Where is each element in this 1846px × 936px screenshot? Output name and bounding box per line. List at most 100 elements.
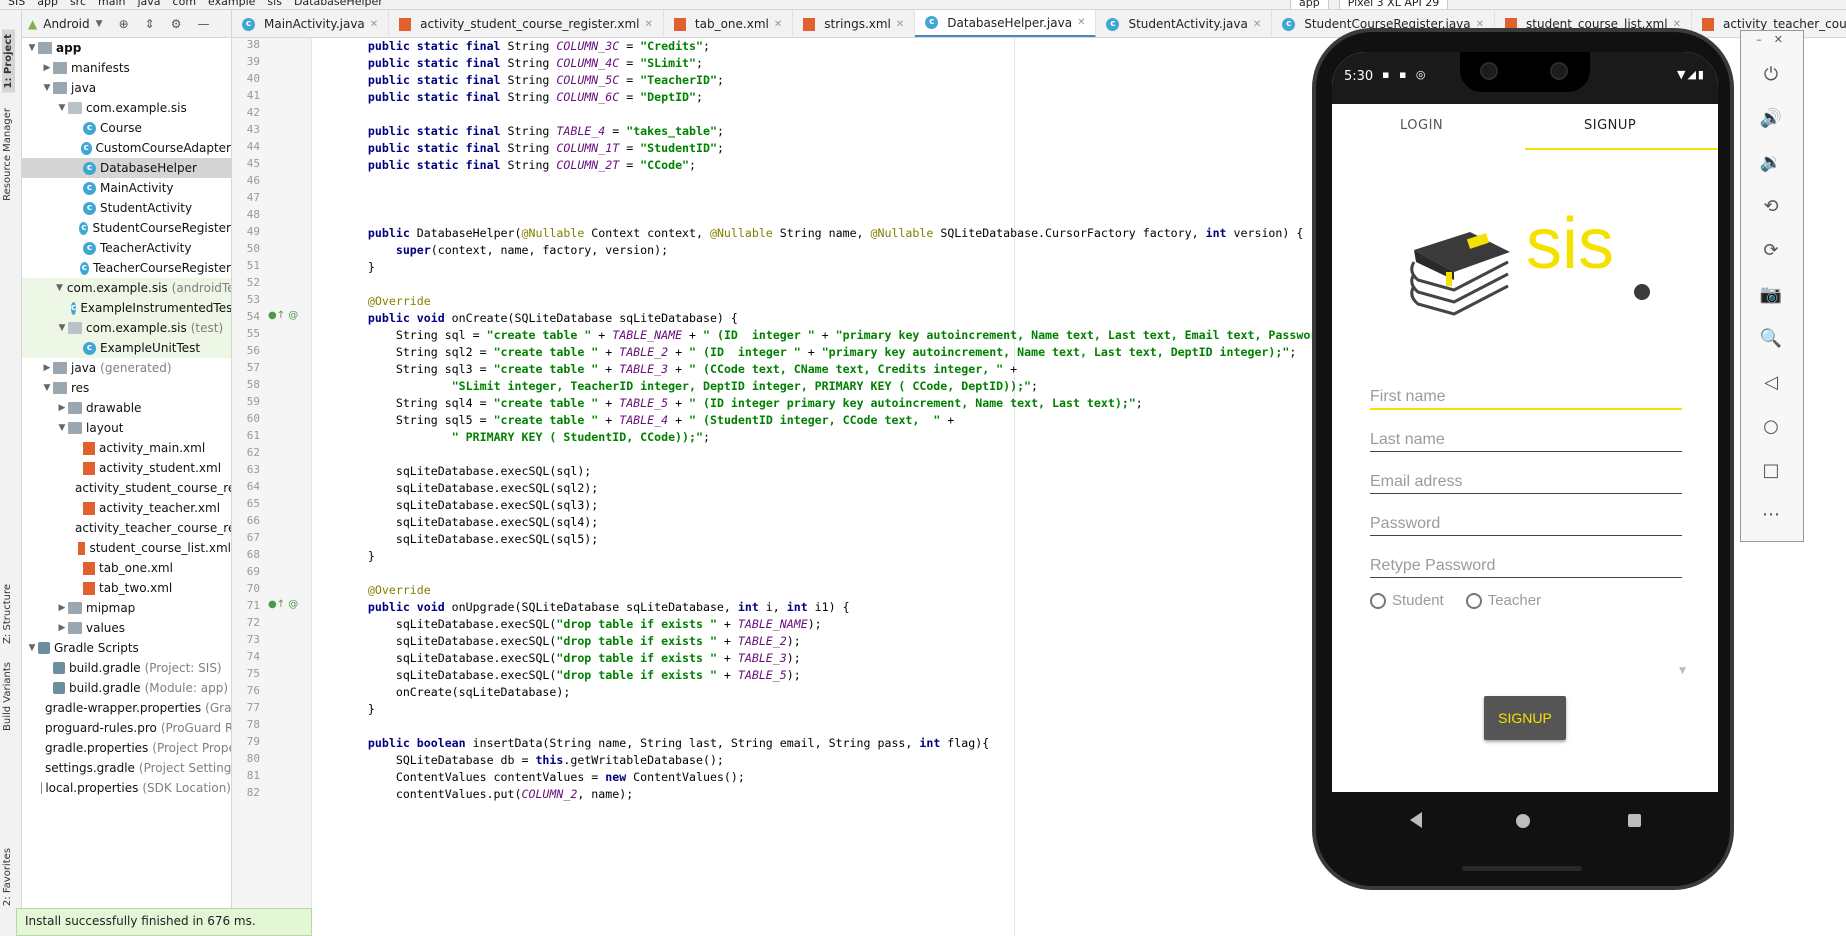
gear-icon[interactable]: ⚙ (171, 17, 182, 31)
tree-item[interactable]: ▶ values (22, 618, 231, 638)
chevron-down-icon[interactable]: ▼ (96, 19, 103, 29)
device-selector[interactable]: Pixel 3 XL API 29 (1338, 0, 1449, 9)
chevron-down-icon[interactable]: ▼ (56, 283, 63, 293)
chevron-right-icon[interactable]: ▶ (56, 603, 68, 613)
editor-tab[interactable]: activity_student_course_register.xml ✕ (389, 10, 664, 37)
tree-item[interactable]: build.gradle (Module: app) (22, 678, 231, 698)
power-icon[interactable]: ⏻ (1759, 63, 1783, 87)
tree-item[interactable]: activity_student_course_register.xml (22, 478, 231, 498)
tree-item[interactable]: student_course_list.xml (22, 538, 231, 558)
breadcrumb-item[interactable]: com (173, 0, 197, 8)
zoom-icon[interactable]: 🔍 (1759, 327, 1783, 351)
code-line[interactable]: public static final String COLUMN_6C = "… (340, 87, 703, 107)
tree-item[interactable]: c DatabaseHelper (22, 158, 231, 178)
tree-item[interactable]: build.gradle (Project: SIS) (22, 658, 231, 678)
camera-icon[interactable]: 📷 (1759, 283, 1783, 307)
chevron-down-icon[interactable]: ▼ (41, 83, 53, 93)
tree-item[interactable]: ▼ Gradle Scripts (22, 638, 231, 658)
teacher-radio[interactable]: Teacher (1465, 592, 1541, 609)
retype-password-field[interactable] (1370, 555, 1682, 578)
tree-item[interactable]: tab_one.xml (22, 558, 231, 578)
module-selector[interactable]: app (1290, 0, 1329, 9)
chevron-down-icon[interactable]: ▼ (26, 643, 38, 653)
tree-item[interactable]: ▼com.example.sis(androidTest) (22, 278, 231, 298)
tab-signup[interactable]: SIGNUP (1584, 118, 1636, 133)
tree-item[interactable]: activity_teacher_course_register.xml (22, 518, 231, 538)
tree-item[interactable]: settings.gradle(Project Settings) (22, 758, 231, 778)
close-icon[interactable]: ✕ (774, 19, 782, 30)
editor-tab[interactable]: c DatabaseHelper.java ✕ (915, 10, 1097, 37)
tree-item[interactable]: ▶ java (generated) (22, 358, 231, 378)
rotate-right-icon[interactable]: ⟳ (1759, 239, 1783, 263)
tree-item[interactable]: c StudentActivity (22, 198, 231, 218)
favorites-tab[interactable]: 2: Favorites (2, 848, 13, 906)
code-line[interactable]: } (340, 257, 375, 277)
code-line[interactable]: " PRIMARY KEY ( StudentID, CCode));"; (340, 427, 710, 447)
dropdown-caret-icon[interactable]: ▼ (1679, 666, 1686, 676)
structure-tab[interactable]: Z: Structure (2, 584, 13, 644)
editor-tab[interactable]: c StudentActivity.java ✕ (1096, 10, 1273, 37)
tree-item[interactable]: activity_teacher.xml (22, 498, 231, 518)
back-icon[interactable]: ◁ (1759, 371, 1783, 395)
tree-item[interactable]: ▶ mipmap (22, 598, 231, 618)
tree-item[interactable]: ▼ res (22, 378, 231, 398)
tab-login[interactable]: LOGIN (1400, 118, 1443, 133)
overview-icon[interactable]: □ (1759, 459, 1783, 483)
editor-tab[interactable]: c MainActivity.java ✕ (232, 10, 390, 37)
chevron-down-icon[interactable]: ▼ (56, 423, 68, 433)
tree-item[interactable]: local.properties (SDK Location) (22, 778, 231, 798)
more-icon[interactable]: ⋯ (1759, 503, 1783, 527)
chevron-right-icon[interactable]: ▶ (41, 363, 53, 373)
override-marker-icon[interactable]: ●↑ @ (268, 310, 298, 321)
recents-icon[interactable] (1628, 814, 1641, 827)
build-variants-tab[interactable]: Build Variants (2, 662, 13, 731)
chevron-right-icon[interactable]: ▶ (41, 63, 53, 73)
password-field[interactable] (1370, 513, 1682, 536)
breadcrumb-item[interactable]: sis (267, 0, 282, 8)
tree-item[interactable]: tab_two.xml (22, 578, 231, 598)
tree-item[interactable]: c Course (22, 118, 231, 138)
locate-icon[interactable]: ⊕ (119, 17, 129, 31)
window-controls[interactable]: –✕ (1756, 33, 1795, 46)
tree-item[interactable]: ▼ app (22, 38, 231, 58)
tree-item[interactable]: ▶ manifests (22, 58, 231, 78)
home-icon[interactable]: ○ (1759, 415, 1783, 439)
tree-item[interactable]: ▶ drawable (22, 398, 231, 418)
rotate-left-icon[interactable]: ⟲ (1759, 195, 1783, 219)
signup-button[interactable]: SIGNUP (1484, 696, 1566, 740)
tree-item[interactable]: ▼ layout (22, 418, 231, 438)
volume-up-icon[interactable]: 🔊 (1759, 107, 1783, 131)
hide-icon[interactable]: — (197, 17, 209, 31)
code-line[interactable]: super(context, name, factory, version); (340, 240, 668, 260)
chevron-right-icon[interactable]: ▶ (56, 403, 68, 413)
code-line[interactable]: } (340, 699, 375, 719)
editor-tab[interactable]: strings.xml ✕ (793, 10, 916, 37)
tree-item[interactable]: c TeacherCourseRegister (22, 258, 231, 278)
tree-item[interactable]: gradle-wrapper.properties(Gradle Version… (22, 698, 231, 718)
install-notification[interactable]: Install successfully finished in 676 ms. (16, 908, 312, 936)
close-icon[interactable]: ✕ (370, 19, 378, 30)
volume-down-icon[interactable]: 🔉 (1759, 151, 1783, 175)
tree-item[interactable]: ▼ java (22, 78, 231, 98)
code-line[interactable]: sqLiteDatabase.execSQL(sql5); (340, 529, 598, 549)
tree-item[interactable]: ▼ com.example.sis (22, 98, 231, 118)
code-line[interactable]: } (340, 546, 375, 566)
last-name-field[interactable] (1370, 429, 1682, 452)
close-icon[interactable]: ✕ (896, 19, 904, 30)
breadcrumb-item[interactable]: main (98, 0, 125, 8)
chevron-down-icon[interactable]: ▼ (56, 323, 68, 333)
tree-item[interactable]: gradle.properties(Project Properties) (22, 738, 231, 758)
project-tool-tab[interactable]: 1: Project (2, 30, 15, 93)
tree-item[interactable]: proguard-rules.pro(ProGuard Rules) (22, 718, 231, 738)
project-view-selector[interactable]: Android (43, 17, 89, 31)
student-radio[interactable]: Student (1370, 592, 1444, 609)
close-icon[interactable]: ✕ (645, 19, 653, 30)
back-icon[interactable] (1410, 812, 1422, 828)
editor-tab[interactable]: tab_one.xml ✕ (664, 10, 794, 37)
tree-item[interactable]: c StudentCourseRegister (22, 218, 231, 238)
chevron-down-icon[interactable]: ▼ (26, 43, 38, 53)
breadcrumb-item[interactable]: app (37, 0, 58, 8)
code-line[interactable]: public static final String COLUMN_2T = "… (340, 155, 696, 175)
chevron-down-icon[interactable]: ▼ (56, 103, 68, 113)
override-marker-icon[interactable]: ●↑ @ (268, 599, 298, 610)
